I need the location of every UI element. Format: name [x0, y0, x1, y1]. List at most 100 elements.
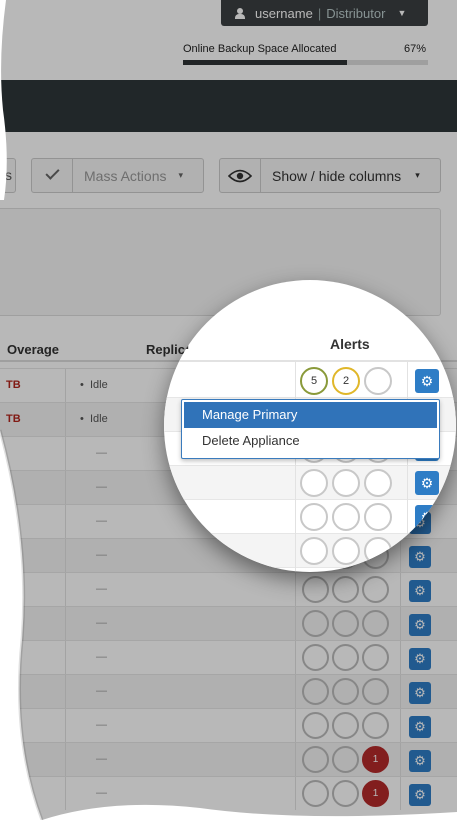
alerts-cell: 1 [302, 780, 392, 807]
alert-indicator[interactable] [362, 712, 389, 739]
menu-item-manage-primary[interactable]: Manage Primary [184, 402, 437, 428]
table-row[interactable]: —⚙ [0, 640, 457, 674]
alert-indicator[interactable] [332, 746, 359, 773]
lens-alerts-cell [300, 503, 396, 531]
menu-item-delete-appliance[interactable]: Delete Appliance [182, 428, 439, 454]
alert-indicator[interactable]: 2 [332, 367, 360, 395]
alert-indicator[interactable]: 5 [300, 367, 328, 395]
alert-indicator[interactable] [332, 644, 359, 671]
replication-status: — [96, 719, 107, 731]
table-row[interactable]: —⚙ [0, 572, 457, 606]
alert-indicator[interactable] [332, 503, 360, 531]
overage-value: TB [6, 787, 21, 799]
column-divider [400, 607, 401, 640]
column-divider [65, 471, 66, 504]
alert-indicator[interactable]: 1 [362, 780, 389, 807]
alerts-cell [302, 644, 392, 671]
replication-status: — [96, 447, 107, 459]
alert-indicator[interactable] [332, 576, 359, 603]
replication-status: — [96, 753, 107, 765]
lens-header-alerts[interactable]: Alerts [330, 336, 370, 352]
lens-alerts-cell [300, 469, 396, 497]
username-separator: | [317, 5, 322, 21]
column-divider [295, 607, 296, 640]
gear-icon[interactable]: ⚙ [415, 505, 439, 529]
column-divider [400, 777, 401, 810]
alert-indicator[interactable] [332, 780, 359, 807]
column-divider [65, 505, 66, 538]
gear-icon[interactable]: ⚙ [409, 580, 431, 602]
alert-indicator[interactable] [302, 576, 329, 603]
caret-down-icon: ▼ [397, 8, 407, 18]
gear-icon[interactable]: ⚙ [409, 682, 431, 704]
alert-indicator[interactable] [300, 503, 328, 531]
mass-actions-button[interactable]: Mass Actions ▾ [31, 158, 204, 193]
table-row[interactable]: —⚙ [0, 674, 457, 708]
alert-indicator[interactable] [302, 644, 329, 671]
alert-indicator[interactable] [302, 712, 329, 739]
alert-indicator[interactable] [332, 469, 360, 497]
column-divider [65, 607, 66, 640]
replication-status: — [96, 787, 107, 799]
alerts-cell [302, 610, 392, 637]
column-divider [65, 709, 66, 742]
alert-indicator[interactable] [364, 469, 392, 497]
alerts-cell [302, 576, 392, 603]
column-divider [65, 539, 66, 572]
alert-indicator[interactable] [302, 746, 329, 773]
alert-indicator[interactable]: 1 [362, 746, 389, 773]
appliance-context-menu: Manage Primary Delete Appliance [181, 399, 440, 459]
table-row[interactable]: —⚙ [0, 708, 457, 742]
table-row[interactable]: —⚙ [0, 606, 457, 640]
alert-indicator[interactable] [300, 537, 328, 565]
alert-indicator[interactable] [332, 610, 359, 637]
gear-icon[interactable]: ⚙ [415, 471, 439, 495]
caret-down-icon: ▾ [178, 170, 184, 180]
eye-icon [220, 159, 261, 192]
alert-indicator[interactable] [364, 503, 392, 531]
lens-column-divider [295, 362, 296, 572]
gear-icon[interactable]: ⚙ [409, 614, 431, 636]
gear-icon[interactable]: ⚙ [409, 784, 431, 806]
alert-indicator[interactable] [332, 537, 360, 565]
column-divider [295, 709, 296, 742]
alert-indicator[interactable] [302, 678, 329, 705]
alert-indicator[interactable] [332, 712, 359, 739]
gear-icon[interactable]: ⚙ [409, 750, 431, 772]
gear-icon[interactable]: ⚙ [409, 648, 431, 670]
gear-icon[interactable]: ⚙ [409, 716, 431, 738]
alert-indicator[interactable] [362, 644, 389, 671]
role-label: Distributor [326, 5, 386, 21]
main-navbar [0, 80, 457, 132]
alert-indicator[interactable] [364, 537, 392, 565]
alert-indicator[interactable] [300, 469, 328, 497]
alert-indicator[interactable] [302, 780, 329, 807]
table-row[interactable]: TB — 1 ⚙ [0, 776, 457, 810]
column-divider [400, 743, 401, 776]
alert-indicator[interactable] [362, 610, 389, 637]
alert-indicator[interactable] [364, 367, 392, 395]
lens-table-header: on Alerts [164, 280, 456, 362]
table-row[interactable]: TB — 1 ⚙ [0, 742, 457, 776]
alerts-cell [302, 712, 392, 739]
toolbar-left-button[interactable]: s [0, 158, 16, 193]
backup-space-percent: 67% [404, 43, 427, 55]
alert-indicator[interactable] [332, 678, 359, 705]
column-divider [295, 777, 296, 810]
replication-status: — [96, 515, 107, 527]
alerts-cell: 1 [302, 746, 392, 773]
replication-status: — [96, 549, 107, 561]
gear-icon[interactable]: ⚙ [415, 539, 439, 563]
gear-icon[interactable]: ⚙ [415, 369, 439, 393]
alert-indicator[interactable] [362, 576, 389, 603]
alert-indicator[interactable] [302, 610, 329, 637]
alert-indicator[interactable] [362, 678, 389, 705]
replication-status: — [96, 651, 107, 663]
user-icon [235, 7, 245, 19]
show-hide-columns-button[interactable]: Show / hide columns ▾ [219, 158, 441, 193]
column-divider [295, 573, 296, 606]
show-hide-columns-label: Show / hide columns [272, 167, 402, 184]
column-divider [65, 675, 66, 708]
user-menu-button[interactable]: username | Distributor ▼ [221, 0, 428, 26]
header-overage[interactable]: Overage [7, 342, 59, 357]
